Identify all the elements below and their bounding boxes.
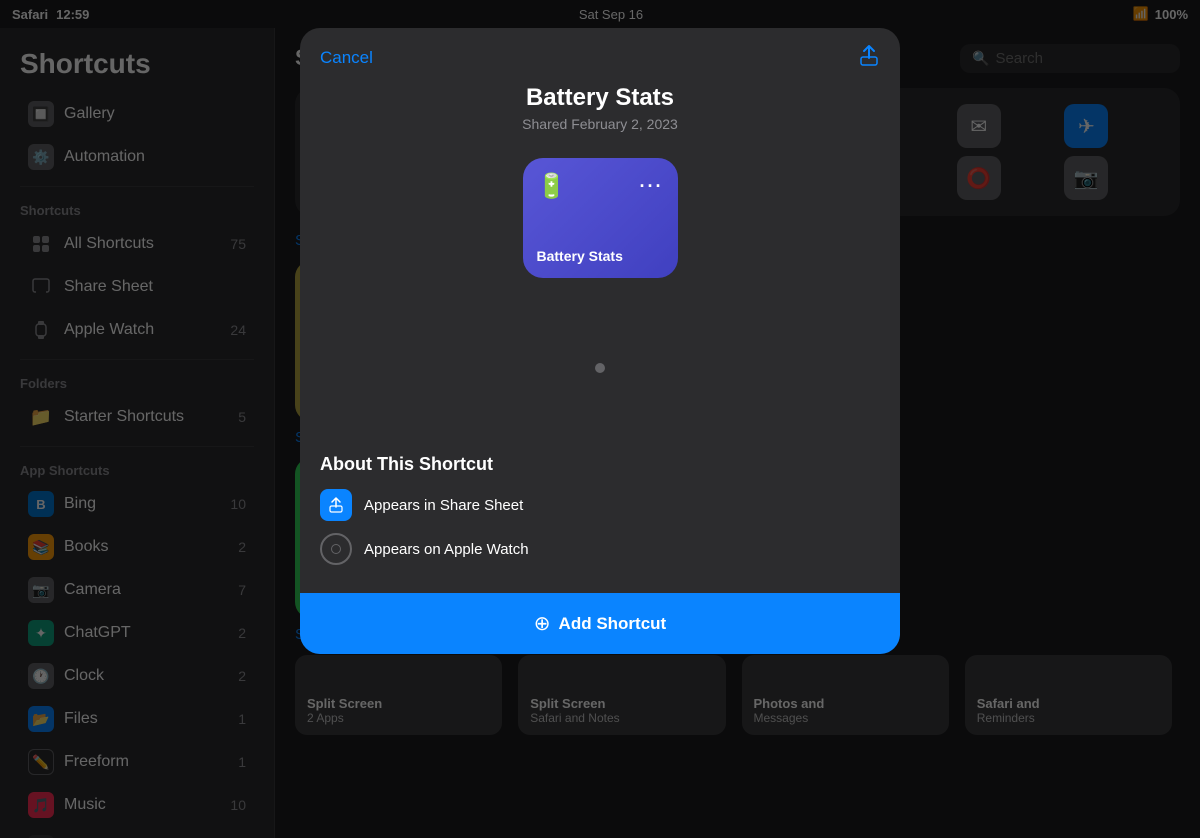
modal-about-item-apple-watch: Appears on Apple Watch <box>320 533 880 565</box>
modal-overlay[interactable]: Cancel Battery Stats Shared February 2, … <box>0 0 1200 838</box>
add-shortcut-button[interactable]: ⊕ Add Shortcut <box>300 593 900 654</box>
about-apple-watch-icon <box>320 533 352 565</box>
preview-dots-icon[interactable]: ··· <box>640 176 664 197</box>
modal-about: About This Shortcut Appears in Share She… <box>300 438 900 593</box>
loading-dot <box>595 363 605 373</box>
modal-title: Battery Stats <box>320 84 880 112</box>
preview-card: 🔋 ··· Battery Stats <box>523 158 678 278</box>
about-share-sheet-text: Appears in Share Sheet <box>364 497 523 514</box>
about-share-sheet-icon <box>320 489 352 521</box>
modal-title-section: Battery Stats Shared February 2, 2023 <box>300 72 900 148</box>
about-apple-watch-text: Appears on Apple Watch <box>364 541 529 558</box>
add-shortcut-plus-icon: ⊕ <box>534 611 551 636</box>
circle-inner <box>331 544 341 554</box>
preview-battery-icon: 🔋 <box>537 172 567 201</box>
add-shortcut-label: Add Shortcut <box>559 614 667 634</box>
modal: Cancel Battery Stats Shared February 2, … <box>300 28 900 654</box>
modal-loading-area <box>300 298 900 438</box>
preview-card-label: Battery Stats <box>537 248 664 264</box>
modal-subtitle: Shared February 2, 2023 <box>320 116 880 132</box>
modal-cancel-button[interactable]: Cancel <box>320 48 373 68</box>
modal-about-item-share-sheet: Appears in Share Sheet <box>320 489 880 521</box>
modal-share-button[interactable] <box>858 44 880 72</box>
modal-header: Cancel <box>300 28 900 72</box>
modal-about-title: About This Shortcut <box>320 454 880 475</box>
preview-card-top: 🔋 ··· <box>537 172 664 201</box>
modal-shortcut-preview: 🔋 ··· Battery Stats <box>300 148 900 298</box>
